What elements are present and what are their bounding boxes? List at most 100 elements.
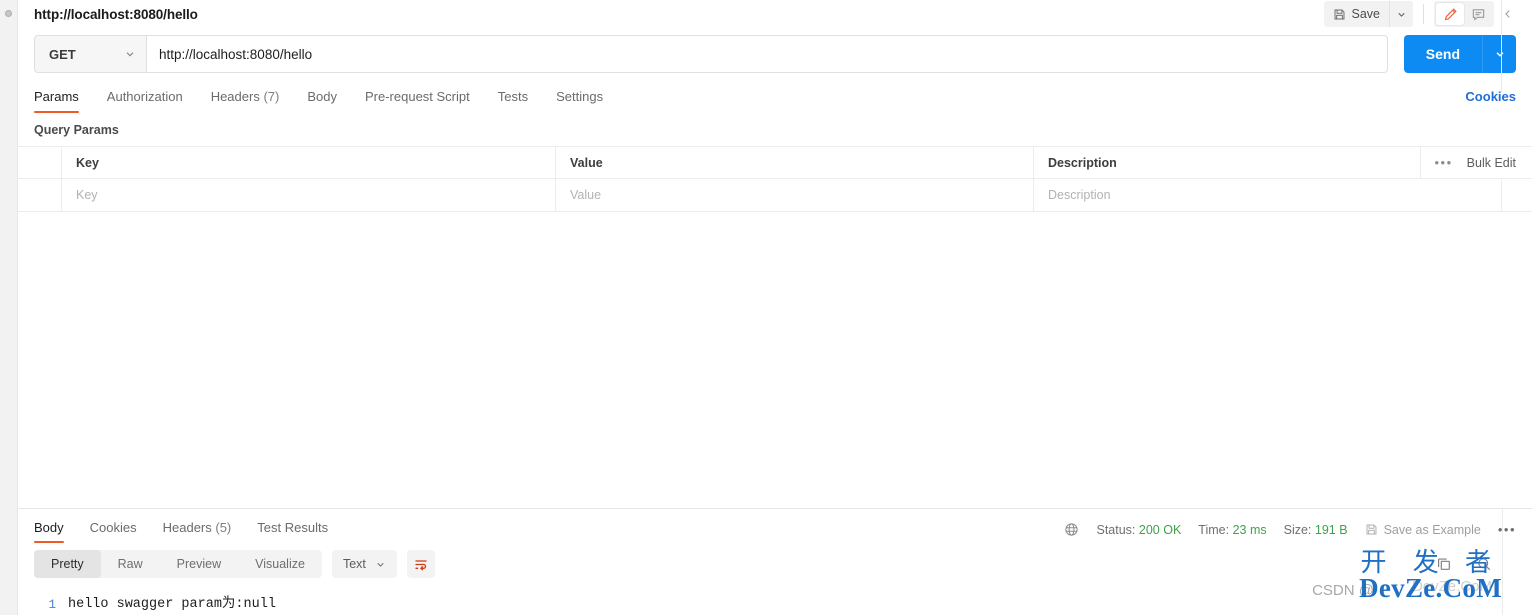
size-label: Size: bbox=[1283, 522, 1312, 537]
collapse-sidebar-button[interactable] bbox=[1494, 8, 1522, 20]
bulk-edit-button[interactable]: Bulk Edit bbox=[1467, 156, 1516, 170]
chevron-down-icon bbox=[124, 48, 136, 60]
floppy-disk-icon bbox=[1333, 8, 1346, 21]
row-checkbox-cell[interactable] bbox=[18, 179, 62, 211]
tab-body-label: Body bbox=[307, 89, 337, 104]
ellipsis-icon[interactable]: ••• bbox=[1435, 156, 1453, 169]
tab-params[interactable]: Params bbox=[34, 89, 79, 113]
header-description-label: Description bbox=[1048, 155, 1117, 170]
view-mode-raw[interactable]: Raw bbox=[101, 550, 160, 578]
status-badge: Status: 200 OK bbox=[1096, 523, 1181, 537]
floppy-disk-icon bbox=[1365, 523, 1378, 536]
save-button[interactable]: Save bbox=[1323, 1, 1389, 27]
content-type-select[interactable]: Text bbox=[331, 550, 397, 578]
copy-icon[interactable] bbox=[1436, 556, 1452, 572]
table-row: Key Value Description bbox=[18, 179, 1532, 211]
header-cell-key: Key bbox=[62, 147, 556, 178]
chevron-down-icon bbox=[1396, 9, 1407, 20]
response-body-line: hello swagger param为:null bbox=[68, 597, 276, 612]
globe-icon bbox=[1064, 522, 1079, 537]
main-panel: http://localhost:8080/hello Save GET htt… bbox=[18, 0, 1532, 615]
view-mode-preview[interactable]: Preview bbox=[160, 550, 238, 578]
row-cell-key[interactable]: Key bbox=[62, 179, 556, 211]
response-tab-headers-label: Headers bbox=[162, 520, 212, 535]
time-badge: Time: 23 ms bbox=[1198, 523, 1266, 537]
tab-authorization-label: Authorization bbox=[106, 89, 183, 104]
row-cell-description[interactable]: Description bbox=[1034, 179, 1502, 211]
response-view-actions bbox=[1436, 556, 1516, 572]
tab-settings[interactable]: Settings bbox=[556, 89, 603, 113]
header-cell-value: Value bbox=[556, 147, 1034, 178]
response-tab-cookies[interactable]: Cookies bbox=[90, 520, 137, 543]
tab-body[interactable]: Body bbox=[307, 89, 337, 113]
save-dropdown-button[interactable] bbox=[1389, 1, 1413, 27]
chevron-down-icon bbox=[375, 559, 386, 570]
left-rail bbox=[0, 0, 18, 615]
tab-headers[interactable]: Headers (7) bbox=[211, 89, 280, 113]
tab-pre-request-script[interactable]: Pre-request Script bbox=[365, 89, 470, 113]
view-toggle-group bbox=[1434, 1, 1494, 27]
time-label: Time: bbox=[1198, 522, 1230, 537]
response-tab-body[interactable]: Body bbox=[34, 520, 64, 543]
content-type-label: Text bbox=[342, 557, 366, 571]
response-right-rule bbox=[1502, 509, 1503, 615]
line-number: 1 bbox=[48, 598, 56, 612]
chevron-double-left-icon bbox=[1502, 8, 1514, 20]
tab-pre-request-script-label: Pre-request Script bbox=[364, 89, 470, 104]
status-value: 200 OK bbox=[1138, 522, 1182, 537]
save-as-example-label: Save as Example bbox=[1383, 522, 1481, 537]
row-cell-value[interactable]: Value bbox=[556, 179, 1034, 211]
comment-icon bbox=[1471, 7, 1486, 22]
table-header-row: Key Value Description ••• Bulk Edit bbox=[18, 147, 1532, 179]
url-input[interactable] bbox=[159, 36, 1375, 72]
wrap-lines-button[interactable] bbox=[406, 550, 435, 578]
pencil-icon bbox=[1443, 7, 1458, 22]
response-more-button[interactable]: ••• bbox=[1498, 523, 1516, 536]
edit-mode-button[interactable] bbox=[1436, 3, 1464, 25]
tab-authorization[interactable]: Authorization bbox=[107, 89, 183, 113]
view-mode-visualize[interactable]: Visualize bbox=[238, 550, 322, 578]
response-tab-headers[interactable]: Headers (5) bbox=[163, 520, 232, 543]
tab-headers-count: (7) bbox=[263, 89, 280, 104]
response-tab-headers-count: (5) bbox=[215, 520, 232, 535]
response-view-mode-group: Pretty Raw Preview Visualize bbox=[34, 550, 322, 578]
request-header: http://localhost:8080/hello Save bbox=[18, 0, 1532, 92]
value-input-placeholder: Value bbox=[570, 188, 602, 202]
response-body-code: 1 hello swagger param为:null bbox=[18, 585, 1532, 615]
response-tab-body-label: Body bbox=[34, 520, 64, 535]
line-number-gutter: 1 bbox=[18, 595, 68, 615]
size-value: 191 B bbox=[1314, 522, 1348, 537]
size-badge: Size: 191 B bbox=[1284, 523, 1348, 537]
key-input-placeholder: Key bbox=[76, 188, 98, 202]
response-tab-test-results[interactable]: Test Results bbox=[257, 520, 328, 543]
url-input-wrapper[interactable] bbox=[146, 35, 1388, 73]
cookies-link[interactable]: Cookies bbox=[1465, 89, 1516, 113]
chevron-down-icon bbox=[1494, 48, 1506, 60]
view-mode-pretty[interactable]: Pretty bbox=[34, 550, 101, 578]
http-method-select[interactable]: GET bbox=[34, 35, 146, 73]
response-panel: Body Cookies Headers (5) Test Results St… bbox=[18, 509, 1532, 615]
request-tab-bar: Params Authorization Headers (7) Body Pr… bbox=[18, 80, 1532, 113]
postman-window: http://localhost:8080/hello Save GET htt… bbox=[0, 0, 1532, 615]
header-right-rule bbox=[1501, 0, 1502, 92]
page-title: http://localhost:8080/hello bbox=[34, 6, 198, 22]
response-tab-test-results-label: Test Results bbox=[257, 520, 329, 535]
header-divider bbox=[1423, 4, 1424, 24]
comment-button[interactable] bbox=[1464, 3, 1492, 25]
row-actions bbox=[1502, 179, 1532, 211]
tab-tests[interactable]: Tests bbox=[498, 89, 528, 113]
save-as-example-button[interactable]: Save as Example bbox=[1365, 523, 1481, 537]
header-cell-description: Description bbox=[1034, 147, 1421, 178]
search-icon[interactable] bbox=[1476, 556, 1492, 572]
send-options-button[interactable] bbox=[1482, 35, 1516, 73]
tab-headers-label: Headers bbox=[210, 89, 260, 104]
save-button-label: Save bbox=[1351, 7, 1381, 21]
header-value-label: Value bbox=[570, 155, 603, 170]
description-input-placeholder: Description bbox=[1048, 188, 1111, 202]
tab-params-label: Params bbox=[34, 89, 79, 104]
status-label: Status: bbox=[1096, 522, 1136, 537]
send-button[interactable]: Send bbox=[1403, 35, 1482, 73]
send-group: Send bbox=[1403, 35, 1516, 73]
tab-settings-label: Settings bbox=[556, 89, 604, 104]
wrap-lines-icon bbox=[413, 556, 429, 572]
